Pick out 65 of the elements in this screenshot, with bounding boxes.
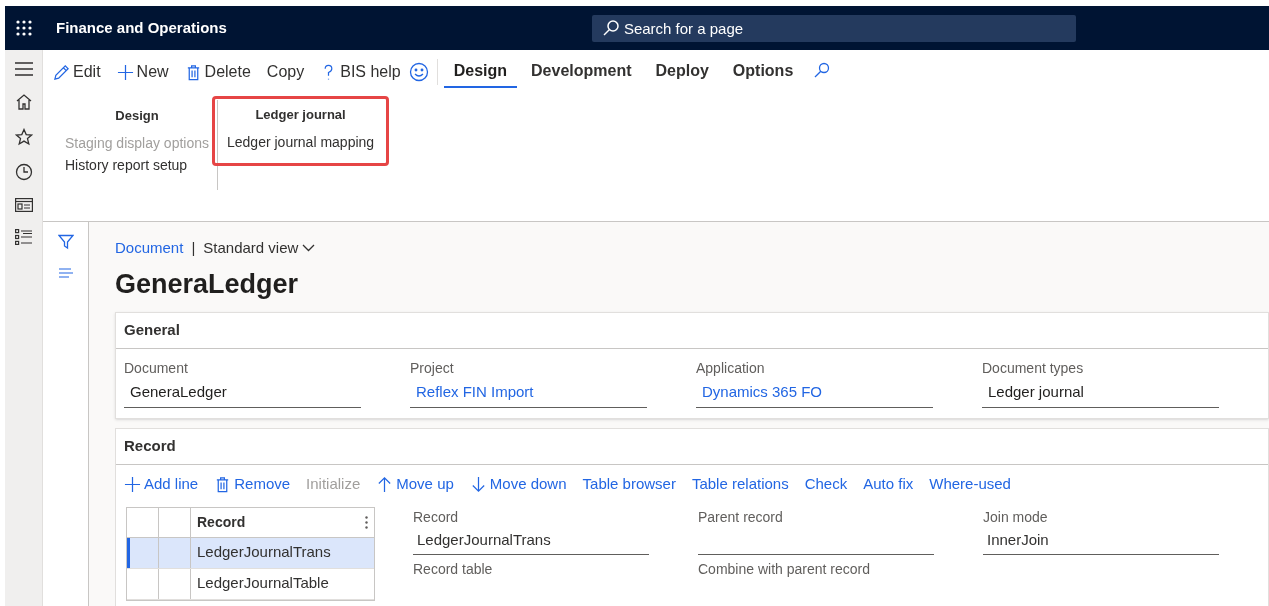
field-label: Application (696, 358, 766, 378)
toolbar-button[interactable]: Where-used (929, 473, 1011, 496)
plus-icon (116, 63, 134, 81)
section-header[interactable]: Record (116, 428, 1268, 465)
toolbar-button[interactable]: Move up (376, 473, 454, 496)
field-label: Record (413, 507, 460, 527)
ribbon-tab[interactable]: Development (521, 56, 642, 88)
pencil-icon (53, 63, 70, 81)
chevron-down-icon (302, 244, 316, 253)
ribbon-item[interactable]: History report setup (65, 153, 188, 176)
page-title: GeneraLedger (115, 267, 300, 301)
toolbar-button[interactable]: Check (804, 473, 848, 496)
breadcrumb-link[interactable]: Document (115, 237, 184, 260)
action-button[interactable]: Copy (266, 56, 305, 88)
ribbon-tab[interactable]: Options (722, 56, 804, 88)
workspace-icon[interactable] (14, 198, 33, 212)
section-header[interactable]: General (116, 312, 1268, 349)
view-selector[interactable]: Standard view (203, 237, 316, 260)
grid-row[interactable]: LedgerJournalTrans (127, 537, 374, 569)
ribbon-tab[interactable]: Deploy (645, 56, 719, 88)
table-cell-text: LedgerJournalTable (196, 573, 329, 594)
field-label: Combine with parent record (698, 559, 871, 579)
input-field[interactable]: GeneraLedger (124, 377, 361, 408)
input-field[interactable]: InnerJoin (983, 526, 1219, 555)
column-header[interactable]: Record (197, 511, 246, 533)
search-icon[interactable] (813, 61, 832, 79)
breadcrumb-separator: | (191, 238, 196, 258)
input-field[interactable]: Dynamics 365 FO (696, 377, 933, 408)
search-field[interactable]: Search for a page (591, 14, 1076, 42)
toolbar-button[interactable]: Move down (469, 473, 567, 496)
field-label: Record table (413, 559, 494, 579)
group-title: Ledger journal (255, 106, 346, 124)
field-label: Project (410, 358, 455, 378)
input-field[interactable]: LedgerJournalTrans (413, 526, 649, 555)
action-button[interactable]: Delete (184, 56, 251, 88)
ribbon-item[interactable]: Ledger journal mapping (227, 130, 375, 153)
search-icon (601, 18, 620, 37)
input-field[interactable]: Ledger journal (982, 377, 1219, 408)
more-icon[interactable] (365, 515, 368, 529)
group-title: Design (115, 107, 159, 125)
toolbar-button[interactable]: Table browser (582, 473, 676, 496)
action-button[interactable]: New (116, 56, 169, 88)
toolbar-button[interactable]: Remove (214, 473, 291, 496)
app-title: Finance and Operations (56, 17, 227, 38)
star-icon[interactable] (14, 128, 33, 146)
menu-icon[interactable] (14, 62, 33, 76)
toolbar-button[interactable]: Add line (124, 473, 199, 496)
ribbon-tab[interactable]: Design (443, 56, 518, 88)
field-label: Document (124, 358, 189, 378)
smiley-icon[interactable] (408, 62, 429, 82)
toolbar-button[interactable]: Table relations (691, 473, 789, 496)
toolbar-button[interactable]: Auto fix (863, 473, 914, 496)
action-button[interactable]: Edit (53, 56, 101, 88)
field-label: Document types (982, 358, 1085, 378)
home-icon[interactable] (14, 93, 33, 111)
field-label: Parent record (698, 507, 784, 527)
input-field[interactable]: Reflex FIN Import (410, 377, 647, 408)
table-cell-text: LedgerJournalTrans (196, 542, 331, 563)
clock-icon[interactable] (14, 163, 33, 181)
grid-row[interactable]: LedgerJournalTable (127, 568, 374, 600)
list-icon[interactable] (14, 229, 33, 245)
field-label: Join mode (983, 507, 1049, 527)
filter-icon[interactable] (57, 234, 74, 250)
action-button[interactable]: BIS help (320, 56, 401, 88)
plus-icon (124, 476, 141, 493)
